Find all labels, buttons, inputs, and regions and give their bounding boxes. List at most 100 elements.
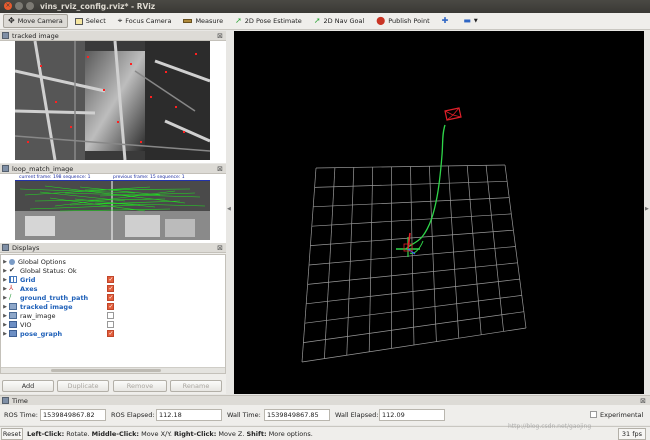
ros-time-label: ROS Time: <box>4 411 38 419</box>
raw-image-checkbox[interactable] <box>107 312 114 319</box>
pose-estimate-tool[interactable]: ➚ 2D Pose Estimate <box>230 14 307 28</box>
render-viewport[interactable] <box>234 31 644 394</box>
left-dock: tracked image ⊠ loop_match_image ⊠ curre… <box>0 31 226 394</box>
pose-graph-checkbox[interactable] <box>107 330 114 337</box>
grid-checkbox[interactable] <box>107 276 114 283</box>
close-icon[interactable]: ⊠ <box>640 397 646 405</box>
main-toolbar: ✥ Move Camera Select ⌖ Focus Camera Meas… <box>0 13 650 30</box>
duplicate-display-button[interactable]: Duplicate <box>57 380 109 392</box>
expand-arrow-icon[interactable]: ▶ <box>1 295 9 301</box>
nav-goal-tool[interactable]: ➚ 2D Nav Goal <box>309 14 369 28</box>
image-icon <box>9 303 17 310</box>
add-display-button[interactable]: Add <box>2 380 54 392</box>
loop-match-view: current frame: 198 sequence: 1 previous … <box>15 174 210 240</box>
watermark-text: http://blog.csdn.net/gaojing <box>508 423 592 430</box>
expand-arrow-icon[interactable]: ▶ <box>1 277 9 283</box>
collapse-left-icon[interactable]: ◀ <box>227 206 231 212</box>
chevron-down-icon: ▼ <box>473 18 478 24</box>
display-row-ground-truth-path[interactable]: ▶ ∕ ground_truth_path <box>1 293 227 302</box>
display-row-pose-graph[interactable]: ▶ pose_graph <box>1 329 227 338</box>
expand-arrow-icon[interactable]: ▶ <box>1 286 9 292</box>
collapse-right-icon[interactable]: ▶ <box>645 206 649 212</box>
select-icon <box>74 17 83 25</box>
add-tool-button[interactable]: ✚ <box>437 14 457 28</box>
reset-button[interactable]: Reset <box>1 428 23 440</box>
axes-icon: ⅄ <box>9 284 14 292</box>
close-icon[interactable]: ⊠ <box>217 32 223 40</box>
move-camera-icon: ✥ <box>8 16 15 25</box>
wall-time-label: Wall Time: <box>227 411 261 419</box>
clock-icon <box>2 397 9 404</box>
tree-scrollbar[interactable] <box>1 367 225 373</box>
display-row-axes[interactable]: ▶ ⅄ Axes <box>1 284 227 293</box>
move-camera-tool[interactable]: ✥ Move Camera <box>3 14 68 28</box>
remove-display-button[interactable]: Remove <box>113 380 167 392</box>
expand-arrow-icon[interactable]: ▶ <box>1 313 9 319</box>
focus-camera-tool[interactable]: ⌖ Focus Camera <box>113 14 177 28</box>
grid-line <box>466 165 482 335</box>
ros-time-field[interactable]: 1539849867.82 <box>40 409 106 421</box>
minus-icon: ▬ <box>463 16 471 25</box>
close-window-button[interactable]: × <box>4 2 12 10</box>
scene-3d[interactable] <box>234 31 644 394</box>
expand-arrow-icon[interactable]: ▶ <box>1 304 9 310</box>
close-icon[interactable]: ⊠ <box>217 244 223 252</box>
nav-goal-icon: ➚ <box>313 16 321 25</box>
loop-match-picture <box>15 181 210 240</box>
displays-icon <box>2 244 9 251</box>
experimental-checkbox[interactable] <box>590 411 597 418</box>
mouse-hint-text: Left-Click: Rotate. Middle-Click: Move X… <box>27 430 313 438</box>
minimize-window-button[interactable] <box>15 2 23 10</box>
right-splitter[interactable]: ▶ <box>644 31 650 394</box>
wall-time-field[interactable]: 1539849867.85 <box>264 409 330 421</box>
measure-tool[interactable]: Measure <box>178 14 228 28</box>
pose-estimate-icon: ➚ <box>235 16 242 25</box>
expand-arrow-icon[interactable]: ▶ <box>1 268 9 274</box>
loop-match-panel: loop_match_image ⊠ current frame: 198 se… <box>0 164 226 243</box>
axes-checkbox[interactable] <box>107 285 114 292</box>
vio-checkbox[interactable] <box>107 321 114 328</box>
fps-counter: 31 fps <box>617 428 646 440</box>
displays-tree: ▶ Global Options ▶ ✔ Global Status: Ok ▶… <box>0 254 226 374</box>
folder-icon <box>9 330 17 337</box>
tracked-image-picture <box>15 41 210 160</box>
grid-icon <box>9 276 17 283</box>
wall-elapsed-field[interactable]: 112.09 <box>379 409 445 421</box>
expand-arrow-icon[interactable]: ▶ <box>1 259 9 265</box>
display-row-grid[interactable]: ▶ Grid <box>1 275 227 284</box>
maximize-window-button[interactable] <box>26 2 34 10</box>
publish-point-tool[interactable]: ⬤ Publish Point <box>371 14 434 28</box>
image-icon <box>9 312 17 319</box>
display-row-global-options[interactable]: ▶ Global Options <box>1 257 227 266</box>
window-title: vins_rviz_config.rviz* - RViz <box>40 2 156 11</box>
display-row-vio[interactable]: ▶ VIO <box>1 320 227 329</box>
wall-elapsed-label: Wall Elapsed: <box>335 411 379 419</box>
ros-elapsed-label: ROS Elapsed: <box>111 411 155 419</box>
time-panel-title: Time ⊠ <box>0 395 650 405</box>
plus-icon: ✚ <box>441 16 449 25</box>
display-row-raw-image[interactable]: ▶ raw_image <box>1 311 227 320</box>
close-icon[interactable]: ⊠ <box>217 165 223 173</box>
display-row-tracked-image[interactable]: ▶ tracked image <box>1 302 227 311</box>
tracked-image-checkbox[interactable] <box>107 303 114 310</box>
left-splitter[interactable]: ◀ <box>226 31 234 394</box>
camera-frustum <box>444 107 462 121</box>
measure-icon <box>183 19 193 23</box>
folder-icon <box>9 321 17 328</box>
ros-elapsed-field[interactable]: 112.18 <box>156 409 222 421</box>
tool-menu-button[interactable]: ▬ ▼ <box>458 14 482 28</box>
tracked-image-panel-title: tracked image ⊠ <box>0 31 226 41</box>
rename-display-button[interactable]: Rename <box>170 380 222 392</box>
display-row-global-status[interactable]: ▶ ✔ Global Status: Ok <box>1 266 227 275</box>
expand-arrow-icon[interactable]: ▶ <box>1 322 9 328</box>
ground-truth-path-checkbox[interactable] <box>107 294 114 301</box>
checkmark-icon: ✔ <box>9 266 15 274</box>
displays-panel-title: Displays ⊠ <box>0 243 226 253</box>
select-tool[interactable]: Select <box>70 14 111 28</box>
path-icon: ∕ <box>9 293 12 301</box>
focus-camera-icon: ⌖ <box>117 16 123 25</box>
publish-point-icon: ⬤ <box>376 16 386 25</box>
grid-line <box>485 165 504 332</box>
expand-arrow-icon[interactable]: ▶ <box>1 331 9 337</box>
status-bar: Reset Left-Click: Rotate. Middle-Click: … <box>0 423 650 440</box>
